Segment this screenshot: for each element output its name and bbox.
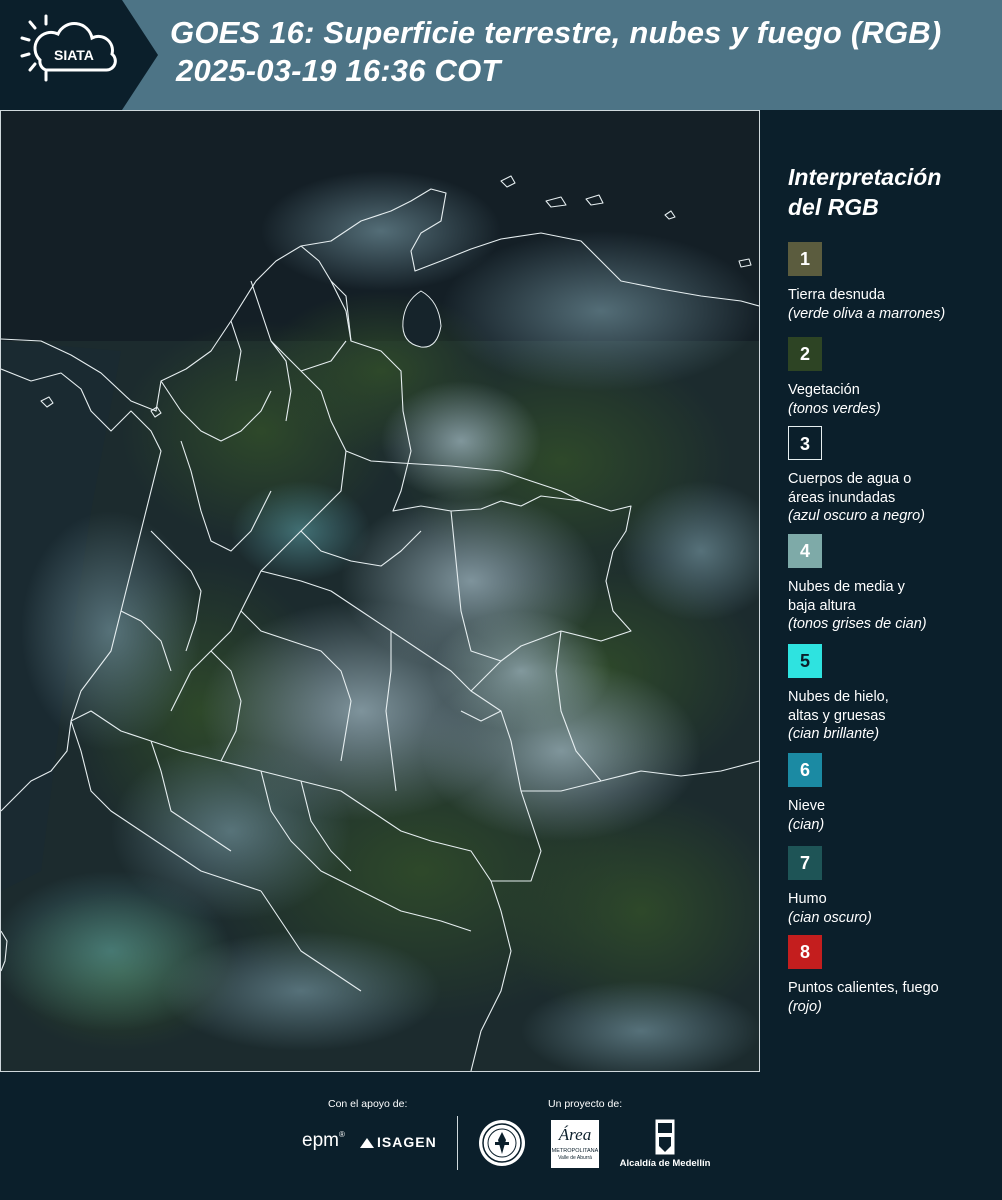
svg-text:SIATA: SIATA [54,47,94,63]
area-metropolitana-logo: Área METROPOLITANA Valle de Aburrá [551,1120,599,1168]
legend-item-label: Puntos calientes, fuego [788,980,939,996]
satellite-map [0,110,760,1072]
epm-logo: epm® [302,1130,345,1151]
title-line-1: GOES 16: Superficie terrestre, nubes y f… [170,15,942,50]
area-logo-sub: METROPOLITANA [551,1148,599,1154]
legend-item-note: (cian) [788,816,825,833]
legend-item-label: Nubes de media y [788,579,905,595]
support-label: Con el apoyo de: [328,1098,408,1110]
isagen-icon [360,1138,374,1148]
alcaldia-logo: Alcaldía de Medellín [610,1118,720,1169]
siata-logo: SIATA [0,0,158,110]
title-line-2: 2025-03-19 16:36 COT [176,53,501,88]
legend-swatch-1: 1 [788,242,822,276]
legend-item-5: Nubes de hielo, altas y gruesas (cian bril… [788,688,998,744]
legend-item-8: Puntos calientes, fuego (rojo) [788,979,998,1016]
legend-title-line-2: del RGB [788,194,879,220]
legend-item-label: Tierra desnuda [788,287,885,303]
legend-item-label: áreas inundadas [788,489,896,506]
legend-item-3: Cuerpos de agua o áreas inundadas (azul os… [788,470,998,526]
alcaldia-logo-text: Alcaldía de Medellín [619,1158,711,1169]
legend-item-note: (cian oscuro) [788,909,872,926]
isagen-logo-text: ISAGEN [377,1134,437,1150]
legend-item-7: Humo (cian oscuro) [788,890,998,927]
legend-swatch-5: 5 [788,644,822,678]
legend-item-4: Nubes de media y baja altura (tonos grises… [788,578,998,634]
isagen-logo: ISAGEN [360,1134,437,1150]
page-title: GOES 16: Superficie terrestre, nubes y f… [170,14,941,90]
legend-title-line-1: Interpretación [788,164,942,190]
legend-item-6: Nieve (cian) [788,797,998,834]
legend-item-note: (rojo) [788,998,822,1015]
legend-item-label: altas y gruesas [788,707,886,724]
legend-item-2: Vegetación (tonos verdes) [788,381,998,418]
legend-item-note: (tonos grises de cian) [788,616,927,632]
footer: Con el apoyo de: Un proyecto de: epm® IS… [0,1072,1002,1200]
legend-swatch-6: 6 [788,753,822,787]
university-seal [479,1120,525,1166]
legend-item-label: Cuerpos de agua o [788,471,912,487]
legend-item-label: baja altura [788,597,856,614]
legend-item-1: Tierra desnuda (verde oliva a marrones) [788,286,998,323]
area-logo-sub2: Valle de Aburrá [558,1155,592,1161]
legend-item-label: Nieve [788,798,826,814]
legend-item-note: (azul oscuro a negro) [788,508,926,524]
area-logo-text: Área [558,1125,592,1144]
legend-swatch-7: 7 [788,846,822,880]
legend-item-label: Vegetación [788,382,860,398]
legend-item-label: Nubes de hielo, [788,689,889,705]
legend-swatch-2: 2 [788,337,822,371]
legend-swatch-3: 3 [788,426,822,460]
footer-divider [457,1116,458,1170]
legend-swatch-4: 4 [788,534,822,568]
legend-title: Interpretación del RGB [788,162,941,222]
legend-item-note: (cian brillante) [788,726,880,742]
legend-item-note: (verde oliva a marrones) [788,305,946,322]
rgb-legend: Interpretación del RGB 1 Tierra desnuda (v… [760,110,1002,1072]
legend-item-label: Humo [788,891,827,907]
header-bar: SIATA GOES 16: Superficie terrestre, nub… [0,0,1002,110]
project-label: Un proyecto de: [548,1098,623,1110]
epm-logo-text: epm [302,1130,339,1151]
legend-swatch-8: 8 [788,935,822,969]
medellin-shield-icon [654,1118,676,1156]
legend-item-note: (tonos verdes) [788,400,881,417]
